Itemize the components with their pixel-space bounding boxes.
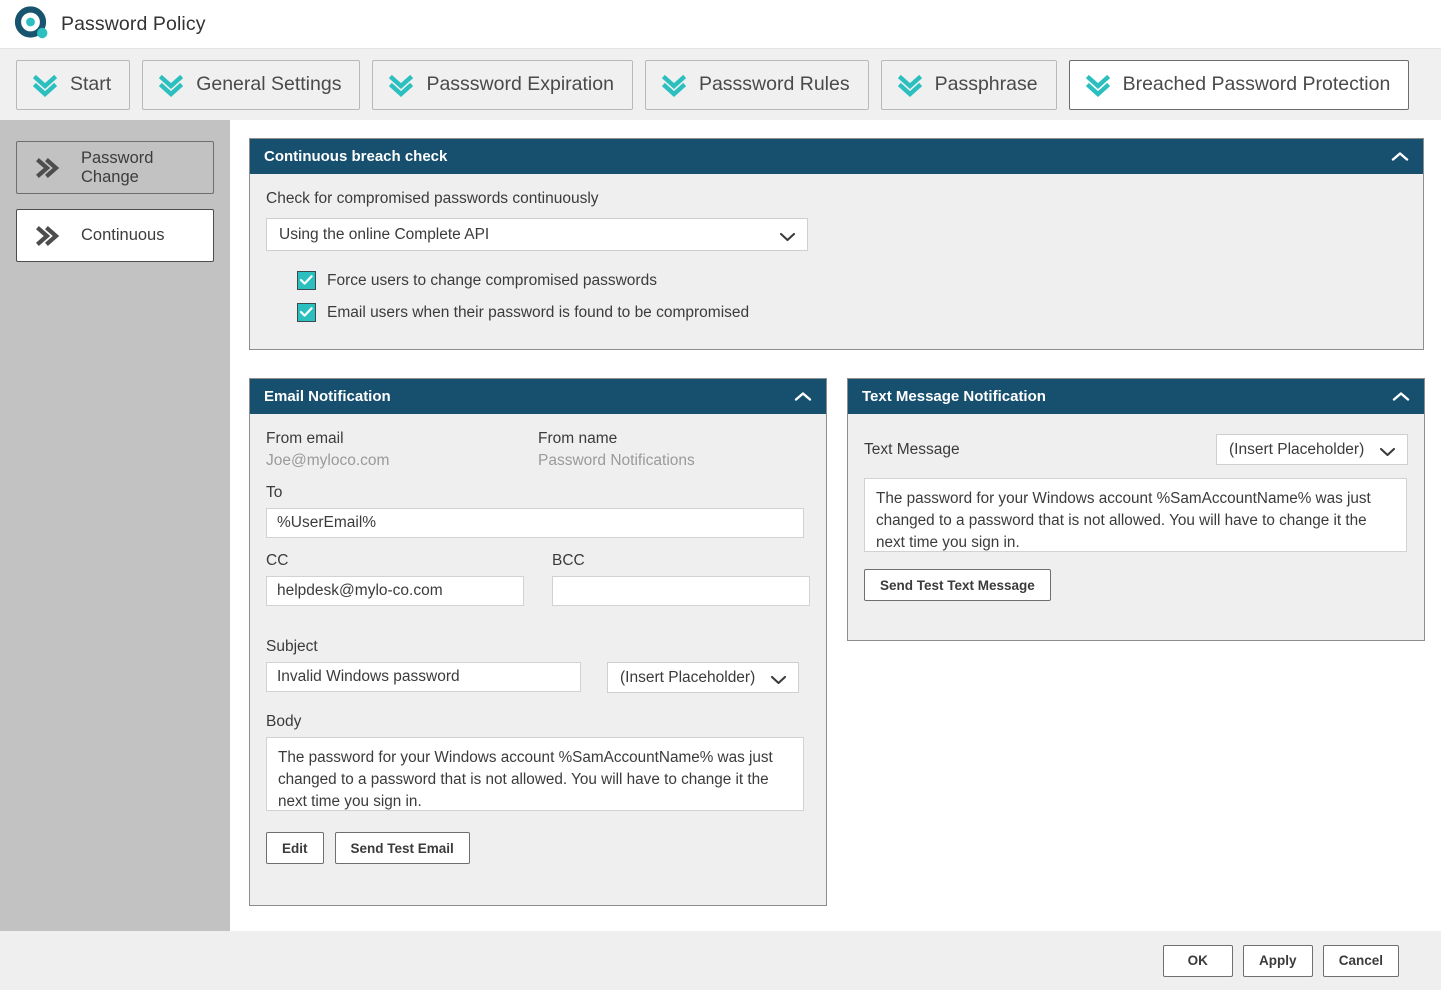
panel-header: Continuous breach check xyxy=(250,139,1423,174)
sidebar-item-label: Continuous xyxy=(81,226,164,245)
select-value: Using the online Complete API xyxy=(279,226,489,244)
panel-body: Text Message (Insert Placeholder) The pa… xyxy=(848,414,1424,619)
continuous-check-select[interactable]: Using the online Complete API xyxy=(266,218,808,251)
apply-button[interactable]: Apply xyxy=(1243,945,1313,977)
body-group: Body The password for your Windows accou… xyxy=(266,713,810,811)
text-message-row: Text Message (Insert Placeholder) xyxy=(864,434,1408,465)
sidebar-item-continuous[interactable]: Continuous xyxy=(16,209,214,262)
sidebar-item-label: Password Change xyxy=(81,149,213,187)
subject-group: Subject Invalid Windows password (Insert… xyxy=(266,638,810,693)
password-policy-window: Password Policy Start General Settings P… xyxy=(0,0,1441,990)
checkbox-row-email-users[interactable]: Email users when their password is found… xyxy=(297,303,1407,322)
send-test-text-message-button[interactable]: Send Test Text Message xyxy=(864,569,1051,601)
chevron-down-icon xyxy=(779,229,796,240)
edit-button[interactable]: Edit xyxy=(266,832,324,864)
bcc-input[interactable] xyxy=(552,576,810,606)
tab-passphrase[interactable]: Passphrase xyxy=(881,60,1057,110)
tab-password-rules[interactable]: Passsword Rules xyxy=(645,60,869,110)
dialog-footer: OK Apply Cancel xyxy=(0,931,1441,990)
panel-body: From email Joe@myloco.com From name Pass… xyxy=(250,414,826,882)
continuous-breach-check-panel: Continuous breach check Check for compro… xyxy=(249,138,1424,350)
tab-label: Passphrase xyxy=(935,73,1038,96)
specops-logo-icon xyxy=(14,6,50,42)
panel-title: Text Message Notification xyxy=(862,388,1046,405)
tab-general-settings[interactable]: General Settings xyxy=(142,60,360,110)
text-message-label: Text Message xyxy=(864,441,960,459)
subject-placeholder-select[interactable]: (Insert Placeholder) xyxy=(607,662,799,693)
panel-title: Continuous breach check xyxy=(264,148,447,165)
subject-label: Subject xyxy=(266,638,810,656)
from-name-group: From name Password Notifications xyxy=(538,430,810,470)
tab-breached-password-protection[interactable]: Breached Password Protection xyxy=(1069,60,1410,110)
panel-header: Email Notification xyxy=(250,379,826,414)
title-bar: Password Policy xyxy=(0,0,1441,49)
to-input[interactable]: %UserEmail% xyxy=(266,508,804,538)
select-value: (Insert Placeholder) xyxy=(1229,441,1364,459)
double-chevron-down-icon xyxy=(660,72,688,98)
from-email-label: From email xyxy=(266,430,538,448)
panel-header: Text Message Notification xyxy=(848,379,1424,414)
double-chevron-down-icon xyxy=(157,72,185,98)
chevron-up-icon[interactable] xyxy=(1390,150,1410,163)
checkbox-email-users[interactable] xyxy=(297,303,316,322)
chevron-down-icon xyxy=(1379,444,1396,455)
continuous-check-label: Check for compromised passwords continuo… xyxy=(266,190,1407,208)
from-email-value: Joe@myloco.com xyxy=(266,452,538,470)
from-email-group: From email Joe@myloco.com xyxy=(266,430,538,470)
content-area: Continuous breach check Check for compro… xyxy=(230,120,1441,931)
double-chevron-down-icon xyxy=(387,72,415,98)
cc-label: CC xyxy=(266,552,524,570)
ok-button[interactable]: OK xyxy=(1163,945,1233,977)
tab-label: General Settings xyxy=(196,73,341,96)
email-notification-panel: Email Notification From email Joe@myloco… xyxy=(249,378,827,906)
bcc-group: BCC xyxy=(552,552,810,606)
cc-group: CC helpdesk@mylo-co.com xyxy=(266,552,524,606)
bcc-label: BCC xyxy=(552,552,810,570)
window-title: Password Policy xyxy=(61,13,206,36)
cc-bcc-row: CC helpdesk@mylo-co.com BCC xyxy=(266,552,810,606)
chevron-up-icon[interactable] xyxy=(793,390,813,403)
tab-label: Passsword Expiration xyxy=(426,73,614,96)
body-label: Body xyxy=(266,713,810,731)
double-chevron-down-icon xyxy=(896,72,924,98)
sms-message-textarea[interactable]: The password for your Windows account %S… xyxy=(864,478,1407,552)
to-label: To xyxy=(266,484,810,502)
tab-strip: Start General Settings Passsword Expirat… xyxy=(0,49,1441,120)
panel-body: Check for compromised passwords continuo… xyxy=(250,174,1423,340)
to-group: To %UserEmail% xyxy=(266,484,810,538)
from-name-label: From name xyxy=(538,430,810,448)
panel-title: Email Notification xyxy=(264,388,391,405)
double-chevron-down-icon xyxy=(31,72,59,98)
text-message-notification-panel: Text Message Notification Text Message (… xyxy=(847,378,1425,641)
cc-input[interactable]: helpdesk@mylo-co.com xyxy=(266,576,524,606)
double-chevron-right-icon xyxy=(35,225,65,247)
chevron-down-icon xyxy=(770,672,787,683)
tab-password-expiration[interactable]: Passsword Expiration xyxy=(372,60,633,110)
sidebar-item-password-change[interactable]: Password Change xyxy=(16,141,214,194)
select-value: (Insert Placeholder) xyxy=(620,669,755,687)
sms-actions: Send Test Text Message xyxy=(864,569,1408,601)
cancel-button[interactable]: Cancel xyxy=(1323,945,1399,977)
tab-label: Breached Password Protection xyxy=(1123,73,1391,96)
body-textarea[interactable]: The password for your Windows account %S… xyxy=(266,737,804,811)
checkbox-force-change[interactable] xyxy=(297,271,316,290)
from-name-value: Password Notifications xyxy=(538,452,810,470)
sidebar: Password Change Continuous xyxy=(0,120,230,931)
tab-label: Start xyxy=(70,73,111,96)
checkbox-label: Force users to change compromised passwo… xyxy=(327,272,657,290)
double-chevron-down-icon xyxy=(1084,72,1112,98)
chevron-up-icon[interactable] xyxy=(1391,390,1411,403)
from-row: From email Joe@myloco.com From name Pass… xyxy=(266,430,810,470)
subject-input[interactable]: Invalid Windows password xyxy=(266,662,581,692)
tab-label: Passsword Rules xyxy=(699,73,850,96)
checkbox-row-force-change[interactable]: Force users to change compromised passwo… xyxy=(297,271,1407,290)
double-chevron-right-icon xyxy=(35,157,65,179)
email-actions: Edit Send Test Email xyxy=(266,832,810,864)
send-test-email-button[interactable]: Send Test Email xyxy=(335,832,470,864)
tab-start[interactable]: Start xyxy=(16,60,130,110)
checkbox-label: Email users when their password is found… xyxy=(327,304,749,322)
sms-placeholder-select[interactable]: (Insert Placeholder) xyxy=(1216,434,1408,465)
